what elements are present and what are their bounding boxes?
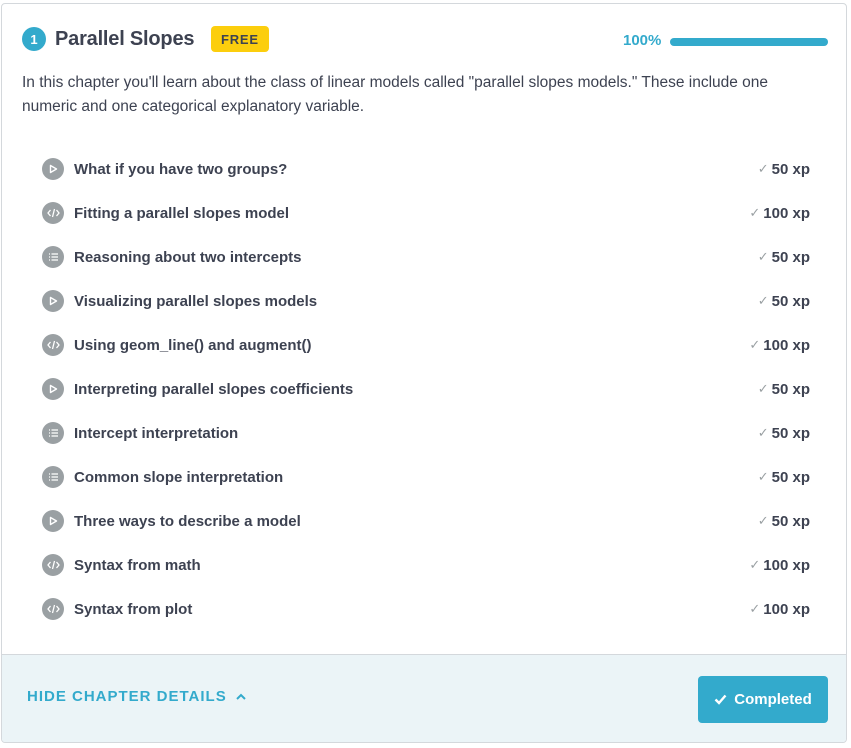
exercise-title[interactable]: Common slope interpretation (74, 469, 283, 486)
code-icon (42, 334, 64, 356)
chapter-description: In this chapter you'll learn about the c… (22, 74, 769, 115)
video-icon (42, 158, 64, 180)
hide-chapter-details-link[interactable]: HIDE CHAPTER DETAILS (27, 688, 246, 705)
exercise-item[interactable]: What if you have two groups? ✓ 50 xp (42, 147, 810, 191)
completed-button[interactable]: Completed (698, 676, 828, 723)
exercise-item[interactable]: Reasoning about two intercepts ✓ 50 xp (42, 235, 810, 279)
exercise-xp-value: 100 xp (763, 600, 810, 618)
check-icon: ✓ (757, 161, 769, 176)
chapter-number-badge: 1 (22, 27, 46, 51)
exercise-title[interactable]: Reasoning about two intercepts (74, 249, 302, 266)
free-badge: FREE (211, 26, 269, 52)
exercise-title[interactable]: Interpreting parallel slopes coefficient… (74, 381, 353, 398)
check-icon: ✓ (757, 249, 769, 264)
exercise-xp-value: 50 xp (771, 380, 810, 398)
checkmark-icon (714, 694, 727, 705)
chapter-card: 1 Parallel Slopes FREE 100% In this chap… (1, 3, 847, 743)
video-icon (42, 378, 64, 400)
check-icon: ✓ (757, 293, 769, 308)
exercise-xp-value: 100 xp (763, 204, 810, 222)
exercise-item[interactable]: Fitting a parallel slopes model ✓ 100 xp (42, 191, 810, 235)
exercise-title[interactable]: Fitting a parallel slopes model (74, 205, 289, 222)
check-icon: ✓ (757, 381, 769, 396)
chapter-title[interactable]: Parallel Slopes (55, 24, 194, 54)
code-icon (42, 554, 64, 576)
exercise-xp: ✓ 50 xp (758, 279, 810, 323)
exercise-xp: ✓ 50 xp (758, 367, 810, 411)
exercise-title[interactable]: Three ways to describe a model (74, 513, 301, 530)
check-icon: ✓ (757, 513, 769, 528)
exercise-title[interactable]: What if you have two groups? (74, 161, 287, 178)
progress-bar (670, 38, 828, 46)
chevron-up-icon (236, 693, 246, 700)
exercise-item[interactable]: Three ways to describe a model ✓ 50 xp (42, 499, 810, 543)
check-icon: ✓ (749, 601, 761, 616)
video-icon (42, 510, 64, 532)
exercise-xp: ✓ 50 xp (758, 147, 810, 191)
exercise-title[interactable]: Using geom_line() and augment() (74, 337, 312, 354)
exercise-xp: ✓ 50 xp (758, 235, 810, 279)
exercise-xp: ✓ 100 xp (749, 191, 810, 235)
code-icon (42, 202, 64, 224)
exercise-xp-value: 50 xp (771, 424, 810, 442)
progress-percent: 100% (623, 32, 662, 49)
exercise-item[interactable]: Intercept interpretation ✓ 50 xp (42, 411, 810, 455)
exercise-title[interactable]: Syntax from plot (74, 601, 192, 618)
exercise-xp: ✓ 100 xp (749, 587, 810, 631)
exercise-xp: ✓ 50 xp (758, 455, 810, 499)
exercise-list: What if you have two groups? ✓ 50 xp Fittin… (42, 147, 810, 631)
exercise-xp-value: 50 xp (771, 512, 810, 530)
check-icon: ✓ (749, 205, 761, 220)
exercise-item[interactable]: Using geom_line() and augment() ✓ 100 xp (42, 323, 810, 367)
exercise-item[interactable]: Syntax from math ✓ 100 xp (42, 543, 810, 587)
chapter-footer: HIDE CHAPTER DETAILS Completed (2, 654, 846, 742)
exercise-xp: ✓ 100 xp (749, 323, 810, 367)
exercise-xp-value: 100 xp (763, 556, 810, 574)
code-icon (42, 598, 64, 620)
exercise-xp: ✓ 100 xp (749, 543, 810, 587)
exercise-title[interactable]: Visualizing parallel slopes models (74, 293, 317, 310)
exercise-title[interactable]: Intercept interpretation (74, 425, 238, 442)
video-icon (42, 290, 64, 312)
progress-bar-fill (670, 38, 828, 46)
exercise-item[interactable]: Visualizing parallel slopes models ✓ 50 xp (42, 279, 810, 323)
exercise-xp: ✓ 50 xp (758, 499, 810, 543)
exercise-xp-value: 50 xp (771, 468, 810, 486)
exercise-xp-value: 50 xp (771, 248, 810, 266)
hide-chapter-details-label: HIDE CHAPTER DETAILS (27, 688, 227, 705)
exercise-xp: ✓ 50 xp (758, 411, 810, 455)
exercise-title[interactable]: Syntax from math (74, 557, 201, 574)
list-icon (42, 466, 64, 488)
check-icon: ✓ (749, 337, 761, 352)
list-icon (42, 246, 64, 268)
check-icon: ✓ (757, 425, 769, 440)
exercise-item[interactable]: Interpreting parallel slopes coefficient… (42, 367, 810, 411)
check-icon: ✓ (757, 469, 769, 484)
chapter-header: 1 Parallel Slopes FREE 100% (22, 24, 828, 56)
exercise-item[interactable]: Syntax from plot ✓ 100 xp (42, 587, 810, 631)
completed-label: Completed (734, 691, 812, 708)
list-icon (42, 422, 64, 444)
check-icon: ✓ (749, 557, 761, 572)
exercise-item[interactable]: Common slope interpretation ✓ 50 xp (42, 455, 810, 499)
exercise-xp-value: 100 xp (763, 336, 810, 354)
exercise-xp-value: 50 xp (771, 160, 810, 178)
exercise-xp-value: 50 xp (771, 292, 810, 310)
